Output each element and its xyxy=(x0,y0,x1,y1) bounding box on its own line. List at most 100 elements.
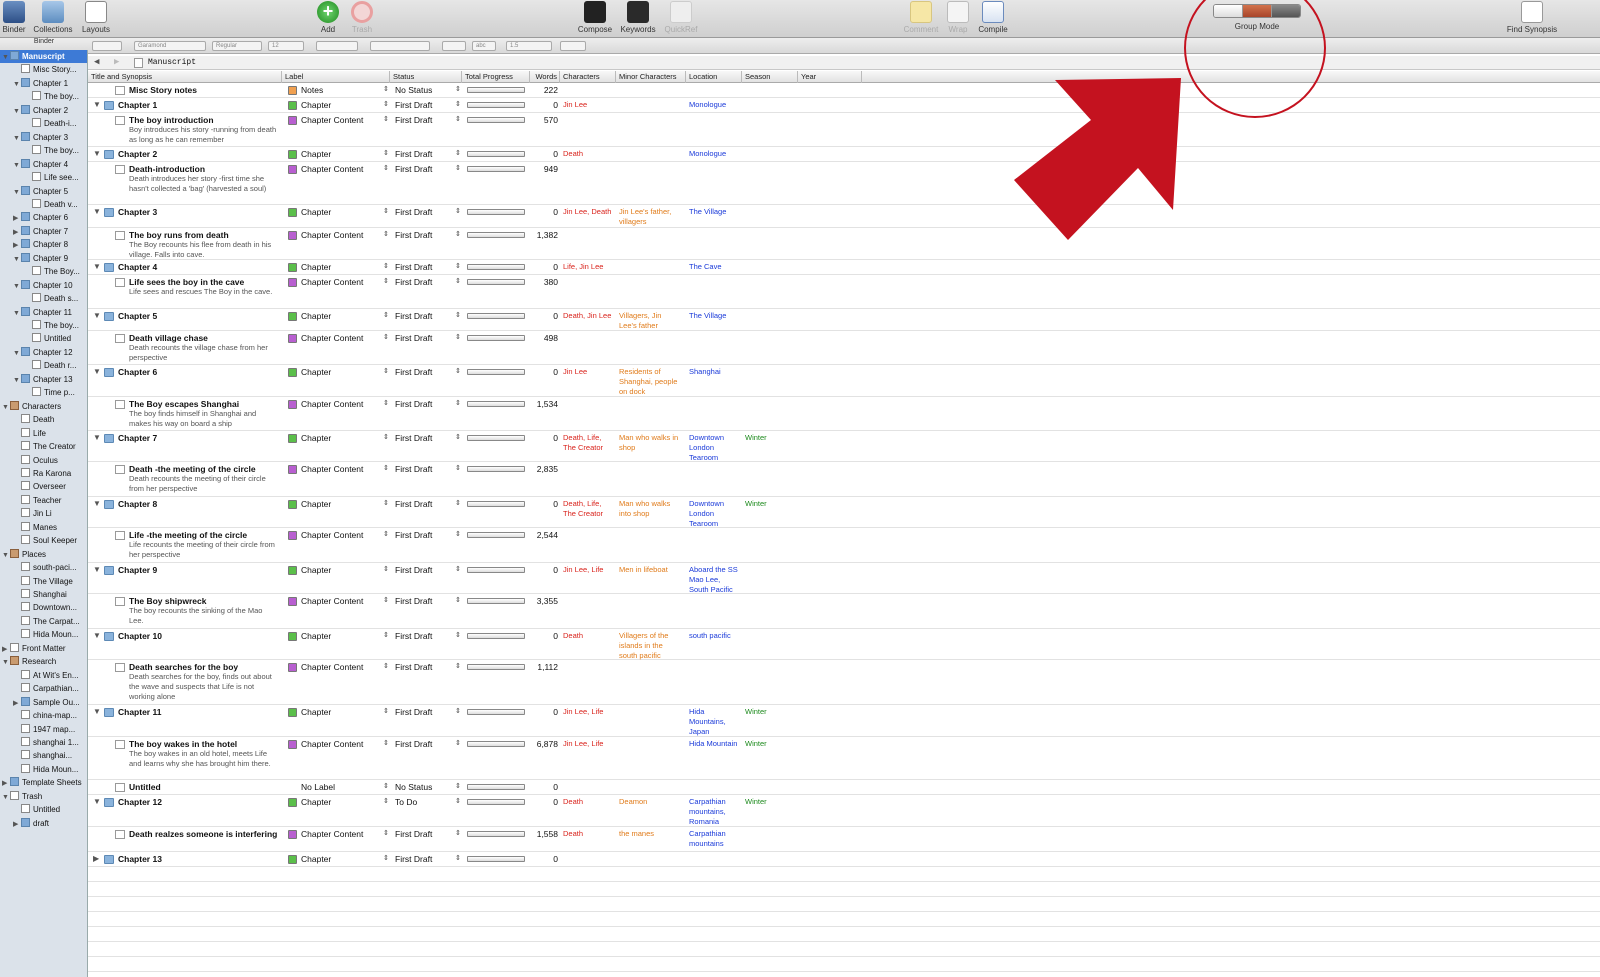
disclosure-triangle-icon[interactable]: ▼ xyxy=(13,253,21,265)
label-popup-arrows-icon[interactable]: ⇕ xyxy=(383,115,389,123)
outline-row[interactable]: ▼ Chapter 4 Chapter ⇕ First Draft ⇕ 0 Life, Jin… xyxy=(88,260,1600,275)
label-popup-arrows-icon[interactable]: ⇕ xyxy=(383,854,389,862)
row-title[interactable]: Chapter 9 xyxy=(118,565,157,575)
status-popup-arrows-icon[interactable]: ⇕ xyxy=(455,707,461,715)
disclosure-triangle-icon[interactable]: ▼ xyxy=(13,374,21,386)
row-label[interactable]: Chapter Content xyxy=(301,115,363,125)
binder-item[interactable]: The boy... xyxy=(0,319,87,332)
disclosure-triangle-icon[interactable]: ▼ xyxy=(93,100,101,110)
binder-item[interactable]: Hida Moun... xyxy=(0,628,87,641)
disclosure-triangle-icon[interactable]: ▼ xyxy=(93,631,101,641)
outline-row[interactable]: The Boy escapes Shanghai The boy finds hi… xyxy=(88,397,1600,431)
row-status[interactable]: First Draft xyxy=(395,262,432,272)
binder-item[interactable]: ▼ Research xyxy=(0,655,87,668)
col-location[interactable]: Location xyxy=(686,71,742,83)
comment-button[interactable]: Comment xyxy=(900,1,942,34)
disclosure-triangle-icon[interactable]: ▼ xyxy=(93,207,101,217)
binder-item[interactable]: The Carpat... xyxy=(0,615,87,628)
row-status[interactable]: First Draft xyxy=(395,433,432,443)
binder-item[interactable]: shanghai... xyxy=(0,749,87,762)
row-status[interactable]: First Draft xyxy=(395,164,432,174)
row-label[interactable]: Chapter Content xyxy=(301,464,363,474)
disclosure-triangle-icon[interactable]: ▶ xyxy=(2,643,10,655)
disclosure-triangle-icon[interactable]: ▼ xyxy=(93,433,101,443)
status-popup-arrows-icon[interactable]: ⇕ xyxy=(455,631,461,639)
row-status[interactable]: No Status xyxy=(395,782,432,792)
label-popup-arrows-icon[interactable]: ⇕ xyxy=(383,464,389,472)
status-popup-arrows-icon[interactable]: ⇕ xyxy=(455,207,461,215)
outline-row[interactable]: ▼ Chapter 12 Chapter ⇕ To Do ⇕ 0 Death Deamon Car… xyxy=(88,795,1600,827)
status-popup-arrows-icon[interactable]: ⇕ xyxy=(455,85,461,93)
binder-item[interactable]: ▶ Template Sheets xyxy=(0,776,87,789)
disclosure-triangle-icon[interactable]: ▼ xyxy=(13,347,21,359)
row-label[interactable]: Chapter xyxy=(301,854,331,864)
binder-item[interactable]: Oculus xyxy=(0,454,87,467)
disclosure-triangle-icon[interactable]: ▶ xyxy=(93,854,99,864)
outline-row[interactable]: ▼ Chapter 7 Chapter ⇕ First Draft ⇕ 0 Death, Li… xyxy=(88,431,1600,462)
binder-item[interactable]: ▼ Chapter 2 xyxy=(0,104,87,117)
font-size-popup[interactable]: 12 xyxy=(268,41,304,51)
binder-item[interactable]: At Wit's En... xyxy=(0,669,87,682)
row-title[interactable]: Death-introduction xyxy=(129,164,205,174)
binder-item[interactable]: ▼ Chapter 4 xyxy=(0,158,87,171)
binder-item[interactable]: The Village xyxy=(0,575,87,588)
row-label[interactable]: Chapter Content xyxy=(301,333,363,343)
outline-row[interactable]: Untitled No Label ⇕ No Status ⇕ 0 xyxy=(88,780,1600,795)
row-title[interactable]: Chapter 4 xyxy=(118,262,157,272)
binder-item[interactable]: Death xyxy=(0,413,87,426)
row-status[interactable]: First Draft xyxy=(395,530,432,540)
row-label[interactable]: Chapter Content xyxy=(301,399,363,409)
disclosure-triangle-icon[interactable]: ▶ xyxy=(13,697,21,709)
disclosure-triangle-icon[interactable]: ▼ xyxy=(13,186,21,198)
binder-item[interactable]: Manes xyxy=(0,521,87,534)
binder-item[interactable]: ▼ Chapter 3 xyxy=(0,131,87,144)
binder-item[interactable]: The boy... xyxy=(0,90,87,103)
row-label[interactable]: Chapter Content xyxy=(301,662,363,672)
row-label[interactable]: Chapter xyxy=(301,207,331,217)
binder-item[interactable]: ▼ Chapter 12 xyxy=(0,346,87,359)
label-popup-arrows-icon[interactable]: ⇕ xyxy=(383,829,389,837)
label-popup-arrows-icon[interactable]: ⇕ xyxy=(383,596,389,604)
binder-item[interactable]: ▶ Chapter 6 xyxy=(0,211,87,224)
row-status[interactable]: No Status xyxy=(395,85,432,95)
label-popup-arrows-icon[interactable]: ⇕ xyxy=(383,230,389,238)
outline-row[interactable]: ▼ Chapter 8 Chapter ⇕ First Draft ⇕ 0 Death, Li… xyxy=(88,497,1600,528)
label-popup-arrows-icon[interactable]: ⇕ xyxy=(383,797,389,805)
col-characters[interactable]: Characters xyxy=(560,71,616,83)
col-words[interactable]: Words xyxy=(530,71,560,83)
binder-item[interactable]: Life xyxy=(0,427,87,440)
compose-button[interactable]: Compose xyxy=(576,1,614,34)
status-popup-arrows-icon[interactable]: ⇕ xyxy=(455,277,461,285)
disclosure-triangle-icon[interactable]: ▶ xyxy=(13,212,21,224)
binder-item[interactable]: Untitled xyxy=(0,803,87,816)
outline-row[interactable]: The boy introduction Boy introduces his s… xyxy=(88,113,1600,147)
binder-item[interactable]: ▼ Chapter 1 xyxy=(0,77,87,90)
status-popup-arrows-icon[interactable]: ⇕ xyxy=(455,829,461,837)
status-popup-arrows-icon[interactable]: ⇕ xyxy=(455,565,461,573)
status-popup-arrows-icon[interactable]: ⇕ xyxy=(455,399,461,407)
binder-item[interactable]: ▼ Chapter 10 xyxy=(0,279,87,292)
keywords-button[interactable]: Keywords xyxy=(618,1,658,34)
row-title[interactable]: Death village chase xyxy=(129,333,208,343)
row-label[interactable]: Notes xyxy=(301,85,323,95)
label-popup-arrows-icon[interactable]: ⇕ xyxy=(383,782,389,790)
paragraph-style-popup[interactable] xyxy=(92,41,122,51)
status-popup-arrows-icon[interactable]: ⇕ xyxy=(455,464,461,472)
status-popup-arrows-icon[interactable]: ⇕ xyxy=(455,797,461,805)
disclosure-triangle-icon[interactable]: ▼ xyxy=(93,311,101,321)
status-popup-arrows-icon[interactable]: ⇕ xyxy=(455,230,461,238)
binder-item[interactable]: ▼ Chapter 9 xyxy=(0,252,87,265)
status-popup-arrows-icon[interactable]: ⇕ xyxy=(455,662,461,670)
binder-item[interactable]: Teacher xyxy=(0,494,87,507)
row-title[interactable]: Death searches for the boy xyxy=(129,662,238,672)
row-label[interactable]: Chapter xyxy=(301,707,331,717)
binder-item[interactable]: Downtown... xyxy=(0,601,87,614)
disclosure-triangle-icon[interactable]: ▶ xyxy=(13,226,21,238)
status-popup-arrows-icon[interactable]: ⇕ xyxy=(455,433,461,441)
quickref-button[interactable]: QuickRef xyxy=(662,1,700,34)
row-label[interactable]: Chapter xyxy=(301,433,331,443)
binder-item[interactable]: Life see... xyxy=(0,171,87,184)
disclosure-triangle-icon[interactable]: ▼ xyxy=(93,262,101,272)
label-popup-arrows-icon[interactable]: ⇕ xyxy=(383,707,389,715)
add-button[interactable]: + Add xyxy=(316,1,340,34)
